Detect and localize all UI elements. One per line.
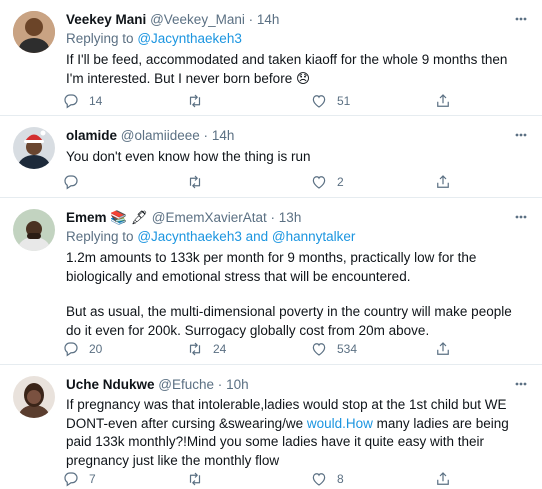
tweet-text-line: If I'll be feed, accommodated and taken … <box>66 52 508 67</box>
retweet-button[interactable] <box>186 172 213 192</box>
replying-to-label: Replying to <box>66 229 134 244</box>
reply-icon <box>64 472 78 487</box>
reply-count: 14 <box>89 94 103 108</box>
share-button[interactable] <box>434 339 452 359</box>
tweet-actions: 7 8 <box>62 469 462 489</box>
timestamp[interactable]: 14h <box>257 12 280 27</box>
tweet-text: You don't even know how the thing is run <box>66 149 311 164</box>
like-button[interactable]: 51 <box>310 91 350 111</box>
retweet-button[interactable] <box>186 91 213 111</box>
heart-icon <box>312 95 326 108</box>
avatar[interactable] <box>13 376 55 418</box>
reply-icon <box>64 175 78 190</box>
share-button[interactable] <box>434 469 452 489</box>
share-icon <box>437 94 449 107</box>
avatar[interactable] <box>13 11 55 53</box>
retweet-button[interactable]: 24 <box>186 339 226 359</box>
display-name[interactable]: olamide <box>66 128 117 143</box>
mention-link[interactable]: @hannytalker <box>272 229 356 244</box>
reply-button[interactable] <box>62 172 89 192</box>
like-count: 534 <box>337 342 358 356</box>
tweet-header: Uche Ndukwe @Efuche · 10h <box>66 377 249 392</box>
share-icon <box>437 472 449 485</box>
tweet-uche[interactable]: Uche Ndukwe @Efuche · 10h If pregnancy w… <box>0 365 542 489</box>
name-emoji: 📚 🖋 <box>110 210 148 225</box>
user-handle[interactable]: @Veekey_Mani <box>150 12 245 27</box>
timestamp[interactable]: 13h <box>279 210 302 225</box>
user-handle[interactable]: @Efuche <box>158 377 214 392</box>
more-options-icon[interactable] <box>514 377 528 391</box>
mention-link[interactable]: @Jacynthaekeh3 <box>137 31 242 46</box>
more-options-icon[interactable] <box>514 210 528 224</box>
more-options-icon[interactable] <box>514 12 528 26</box>
replying-to: Replying to @Jacynthaekeh3 and @hannytal… <box>66 229 355 244</box>
reply-icon <box>64 94 78 109</box>
like-count: 51 <box>337 94 351 108</box>
separator: · <box>270 210 276 225</box>
user-handle[interactable]: @EmemXavierAtat <box>152 210 267 225</box>
tweet-actions: 20 24 534 <box>62 339 462 359</box>
tweet-header: Emem 📚 🖋 @EmemXavierAtat · 13h <box>66 210 301 226</box>
reply-button[interactable]: 20 <box>62 339 102 359</box>
avatar[interactable] <box>13 127 55 169</box>
reply-icon <box>64 342 78 357</box>
tweet-text: If I'll be feed, accommodated and taken … <box>66 51 528 88</box>
heart-icon <box>312 343 326 356</box>
share-button[interactable] <box>434 91 452 111</box>
tweet-emem[interactable]: Emem 📚 🖋 @EmemXavierAtat · 13h Replying … <box>0 198 542 365</box>
tweet-veekey[interactable]: Veekey Mani @Veekey_Mani · 14h Replying … <box>0 0 542 116</box>
timestamp[interactable]: 14h <box>212 128 235 143</box>
mention-link[interactable]: @Jacynthaekeh3 <box>137 229 242 244</box>
tweet-actions: 14 51 <box>62 91 462 111</box>
retweet-icon <box>189 175 201 189</box>
like-button[interactable]: 8 <box>310 469 344 489</box>
tweet-actions: 2 <box>62 172 462 192</box>
replying-to: Replying to @Jacynthaekeh3 <box>66 31 242 46</box>
reply-button[interactable]: 7 <box>62 469 96 489</box>
tweet-paragraph: But as usual, the multi-dimensional pove… <box>66 304 512 338</box>
share-icon <box>437 342 449 355</box>
like-count: 2 <box>337 175 344 189</box>
display-name[interactable]: Emem <box>66 210 107 225</box>
tweet-header: olamide @olamiideee · 14h <box>66 128 234 143</box>
like-count: 8 <box>337 472 344 486</box>
tweet-text: If pregnancy was that intolerable,ladies… <box>66 396 528 470</box>
separator: · <box>217 377 223 392</box>
tweet-paragraph: 1.2m amounts to 133k per month for 9 mon… <box>66 250 477 284</box>
retweet-button[interactable] <box>186 469 213 489</box>
more-options-icon[interactable] <box>514 128 528 142</box>
retweet-icon <box>189 472 201 486</box>
inline-link[interactable]: would.How <box>307 416 373 431</box>
separator: · <box>248 12 254 27</box>
retweet-icon <box>189 94 201 108</box>
replying-to-label: Replying to <box>66 31 134 46</box>
share-button[interactable] <box>434 172 452 192</box>
user-handle[interactable]: @olamiideee <box>121 128 200 143</box>
tweet-text-line: I'm interested. But I never born before … <box>66 70 311 86</box>
like-button[interactable]: 2 <box>310 172 344 192</box>
retweet-count: 24 <box>213 342 227 356</box>
mention-and[interactable]: and <box>246 229 269 244</box>
tweet-olamide[interactable]: olamide @olamiideee · 14h You don't even… <box>0 116 542 198</box>
avatar[interactable] <box>13 209 55 251</box>
heart-icon <box>312 176 326 189</box>
display-name[interactable]: Veekey Mani <box>66 12 146 27</box>
reply-count: 7 <box>89 472 96 486</box>
reply-count: 20 <box>89 342 103 356</box>
separator: · <box>203 128 209 143</box>
tweet-text: 1.2m amounts to 133k per month for 9 mon… <box>66 249 528 340</box>
timestamp[interactable]: 10h <box>226 377 249 392</box>
like-button[interactable]: 534 <box>310 339 357 359</box>
tweet-header: Veekey Mani @Veekey_Mani · 14h <box>66 12 279 27</box>
display-name[interactable]: Uche Ndukwe <box>66 377 155 392</box>
reply-button[interactable]: 14 <box>62 91 102 111</box>
retweet-icon <box>189 342 201 356</box>
heart-icon <box>312 473 326 486</box>
share-icon <box>437 175 449 188</box>
